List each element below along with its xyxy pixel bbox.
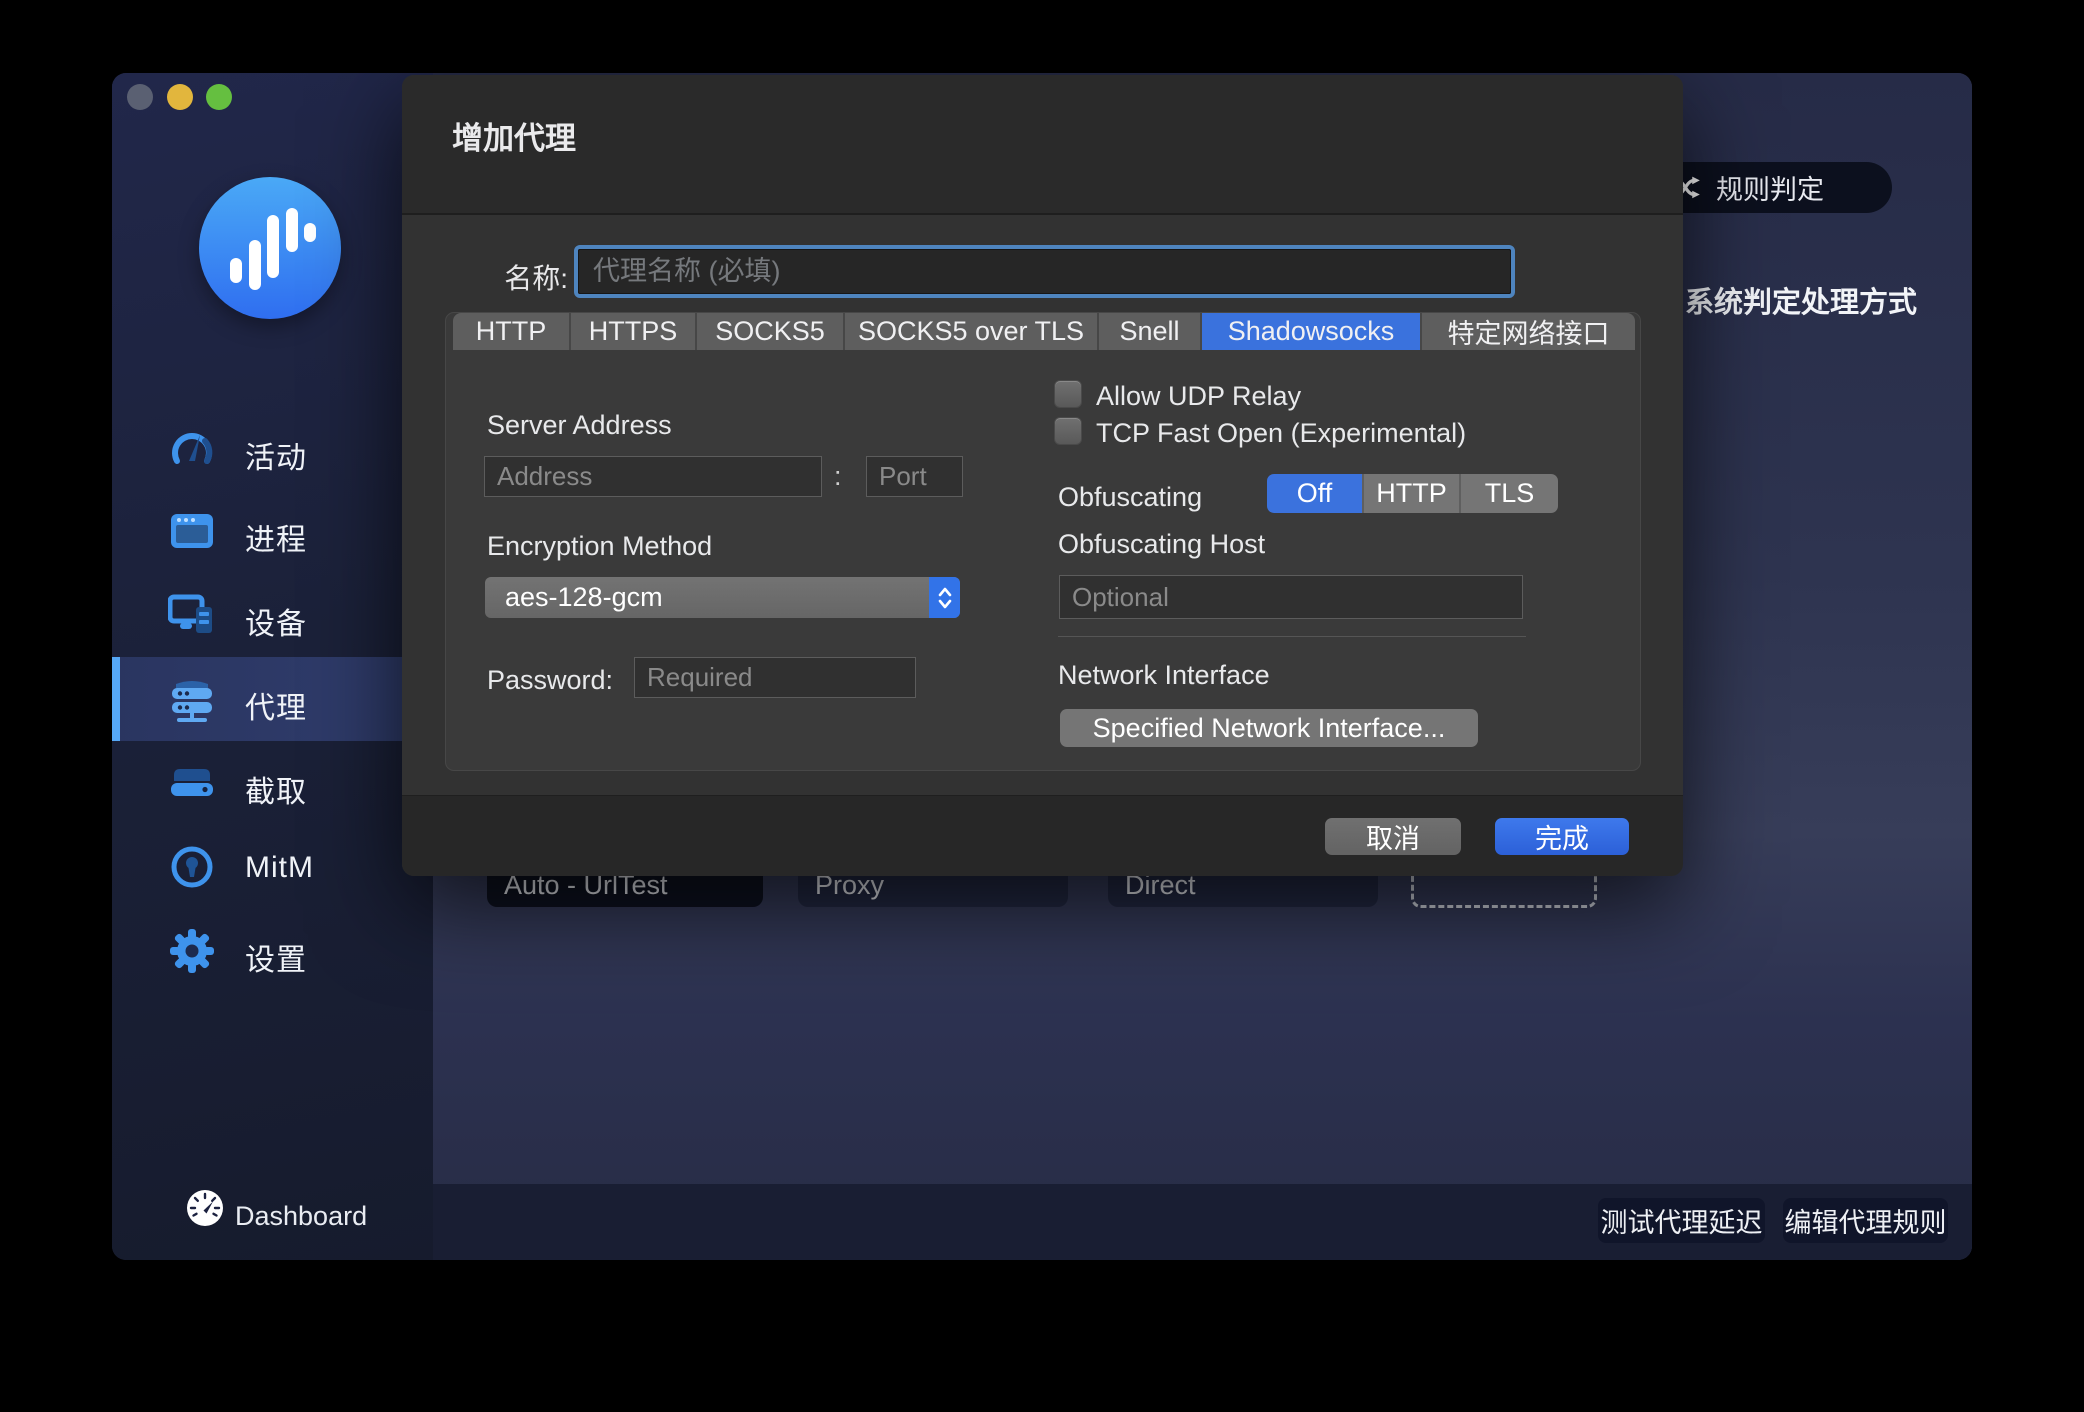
tab-snell[interactable]: Snell	[1099, 313, 1202, 350]
sidebar-item-settings[interactable]: 设置	[112, 909, 433, 993]
obfuscating-option-off[interactable]: Off	[1267, 474, 1364, 513]
obfuscating-host-input[interactable]	[1059, 575, 1523, 619]
dashboard-label: Dashboard	[235, 1201, 367, 1232]
obfuscating-option-tls[interactable]: TLS	[1461, 474, 1558, 513]
sidebar-item-label: 设备	[245, 599, 307, 643]
sidebar-item-label: MitM	[245, 851, 314, 885]
traffic-close-button[interactable]	[127, 84, 153, 110]
tcp-fast-open-label: TCP Fast Open (Experimental)	[1096, 418, 1466, 449]
udp-relay-label: Allow UDP Relay	[1096, 381, 1301, 412]
encryption-method-value: aes-128-gcm	[505, 582, 663, 613]
rule-subtitle-text: 则系统判定处理方式	[1656, 279, 1917, 321]
sidebar-item-capture[interactable]: 截取	[112, 741, 433, 825]
address-port-colon: :	[834, 461, 842, 492]
sidebar-item-devices[interactable]: 设备	[112, 573, 433, 657]
sidebar-item-proxy[interactable]: 代理	[112, 657, 433, 741]
selected-accent-bar	[112, 657, 120, 741]
sidebar-item-processes[interactable]: 进程	[112, 489, 433, 573]
address-input[interactable]	[484, 456, 822, 497]
obfuscating-option-http[interactable]: HTTP	[1364, 474, 1461, 513]
port-input[interactable]	[866, 456, 963, 497]
window-icon	[168, 509, 216, 553]
add-proxy-dialog: 增加代理 名称: HTTP HTTPS SOCKS5 SOCKS5 over T…	[402, 75, 1683, 876]
sidebar-item-label: 代理	[245, 683, 307, 727]
obfuscating-segmented-control: Off HTTP TLS	[1267, 474, 1558, 513]
name-field-focus-ring	[574, 245, 1515, 298]
encryption-method-label: Encryption Method	[487, 531, 712, 562]
tab-https[interactable]: HTTPS	[571, 313, 697, 350]
password-input[interactable]	[634, 657, 916, 698]
proxy-config-panel: HTTP HTTPS SOCKS5 SOCKS5 over TLS Snell …	[445, 312, 1641, 771]
tab-socks5-over-tls[interactable]: SOCKS5 over TLS	[845, 313, 1099, 350]
udp-relay-checkbox[interactable]	[1054, 380, 1082, 408]
sidebar-item-mitm[interactable]: MitM	[112, 825, 433, 909]
sidebar-item-dashboard[interactable]: Dashboard	[112, 1181, 433, 1251]
traffic-zoom-button[interactable]	[206, 84, 232, 110]
dashboard-gauge-icon	[186, 1189, 224, 1227]
sidebar-item-label: 设置	[245, 935, 307, 979]
tab-specific-interface[interactable]: 特定网络接口	[1422, 313, 1635, 350]
dialog-footer	[402, 795, 1683, 876]
proxy-name-input[interactable]	[578, 249, 1511, 294]
sidebar-item-activity[interactable]: 活动	[112, 407, 433, 491]
done-button[interactable]: 完成	[1495, 818, 1629, 855]
network-interface-label: Network Interface	[1058, 660, 1270, 691]
specified-network-interface-button[interactable]: Specified Network Interface...	[1060, 709, 1478, 747]
server-address-label: Server Address	[487, 410, 672, 441]
obfuscating-host-label: Obfuscating Host	[1058, 529, 1265, 560]
devices-icon	[168, 593, 216, 637]
encryption-method-select[interactable]: aes-128-gcm	[485, 577, 960, 618]
keyhole-icon	[168, 845, 216, 889]
sidebar-item-label: 活动	[245, 433, 307, 477]
drive-icon	[168, 761, 216, 805]
proxy-type-tabbar: HTTP HTTPS SOCKS5 SOCKS5 over TLS Snell …	[453, 313, 1635, 350]
test-latency-button[interactable]: 测试代理延迟	[1598, 1198, 1765, 1243]
traffic-minimize-button[interactable]	[167, 84, 193, 110]
popup-chevrons-icon	[929, 577, 960, 618]
obfuscating-label: Obfuscating	[1058, 482, 1202, 513]
sidebar: 活动 进程	[112, 73, 433, 1260]
speedometer-icon	[168, 427, 216, 471]
bottom-toolbar: 测试代理延迟 编辑代理规则	[433, 1184, 1972, 1260]
dialog-title: 增加代理	[452, 113, 576, 158]
password-label: Password:	[487, 665, 613, 696]
edit-rules-button[interactable]: 编辑代理规则	[1783, 1198, 1948, 1243]
app-logo	[199, 177, 341, 319]
sidebar-item-label: 截取	[245, 767, 307, 811]
name-label: 名称:	[442, 257, 568, 297]
tab-shadowsocks[interactable]: Shadowsocks	[1202, 313, 1422, 350]
section-divider	[1058, 636, 1526, 637]
tab-socks5[interactable]: SOCKS5	[697, 313, 845, 350]
tab-http[interactable]: HTTP	[453, 313, 571, 350]
gear-icon	[168, 929, 216, 973]
proxy-server-icon	[168, 677, 216, 721]
tcp-fast-open-checkbox[interactable]	[1054, 417, 1082, 445]
sidebar-item-label: 进程	[245, 515, 307, 559]
rule-decision-label: 规则判定	[1716, 168, 1824, 207]
dialog-header: 增加代理	[402, 75, 1683, 215]
cancel-button[interactable]: 取消	[1325, 818, 1461, 855]
